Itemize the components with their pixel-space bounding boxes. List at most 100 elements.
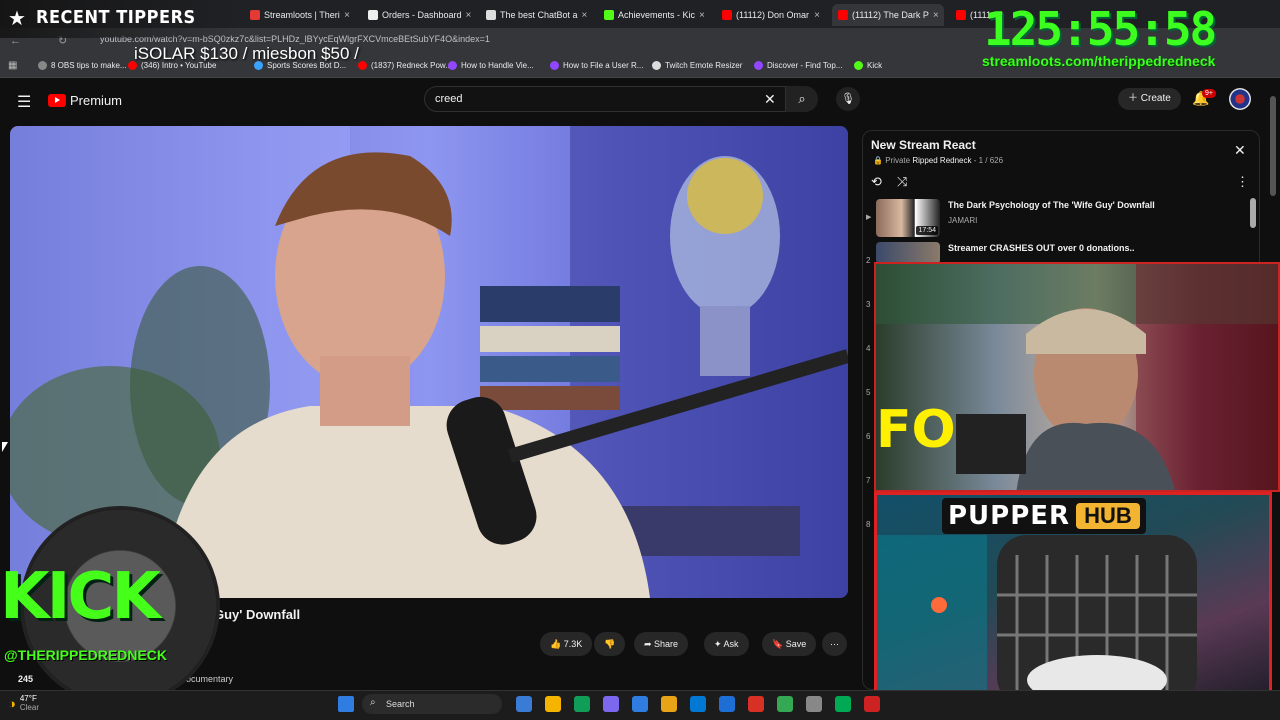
playlist-item-title[interactable]: Streamer CRASHES OUT over 0 donations.. (948, 243, 1135, 253)
teams-icon[interactable] (603, 696, 619, 712)
apps-grid-icon[interactable]: ▦ (8, 60, 17, 71)
bookmark-item[interactable]: How to File a User R... (550, 61, 643, 70)
edge-icon[interactable] (632, 696, 648, 712)
streamloots-url: streamloots.com/therippedredneck (982, 53, 1216, 69)
store-icon[interactable] (690, 696, 706, 712)
playlist-item-thumbnail[interactable]: 17:54 (876, 199, 940, 237)
bookmark-item[interactable]: Kick (854, 61, 882, 70)
save-label: Save (785, 639, 807, 649)
copilot-icon[interactable] (574, 696, 590, 712)
recent-tippers-label: RECENT TIPPERS (36, 7, 196, 28)
bookmark-item[interactable]: Discover - Find Top... (754, 61, 842, 70)
bookmark-label: 8 OBS tips to make... (51, 61, 127, 70)
bookmark-label: Twitch Emote Resizer (665, 61, 743, 70)
share-icon: ➦ (644, 639, 655, 649)
sparkle-icon: ✦ (714, 639, 724, 649)
kick-logo-text: KICK (0, 560, 161, 634)
more-options-icon[interactable]: ⋮ (1236, 174, 1249, 190)
browser-tab[interactable]: Streamloots | Theri × (244, 4, 356, 26)
playlist-item-index: 4 (866, 344, 871, 353)
search-input[interactable]: creed (424, 86, 786, 112)
bookmark-favicon-icon (358, 61, 367, 70)
browser-tab[interactable]: (11112) The Dark P × (832, 4, 944, 26)
now-playing-icon: ▶ (866, 214, 872, 221)
like-count: 7.3K (563, 639, 583, 649)
bookmark-icon: 🔖 (772, 639, 786, 649)
bookmark-favicon-icon (448, 61, 457, 70)
start-icon[interactable] (338, 696, 354, 712)
playlist-owner[interactable]: Ripped Redneck (912, 156, 971, 165)
lock-icon: 🔒 (873, 156, 883, 165)
ask-button[interactable]: ✦ Ask (704, 632, 749, 656)
thumbs-down-icon: 👎 (604, 639, 616, 649)
bookmark-item[interactable]: (1837) Redneck Pow... (358, 61, 452, 70)
tab-title: Achievements - Kic (618, 10, 696, 20)
thumbs-up-icon: 👍 (550, 639, 564, 649)
like-button[interactable]: 👍 7.3K (540, 632, 593, 656)
loop-icon[interactable]: ⟲ (871, 174, 882, 190)
bookmark-item[interactable]: How to Handle Vie... (448, 61, 534, 70)
view-count: 245 (18, 674, 34, 684)
description-snippet[interactable]: ocumentary (186, 674, 233, 684)
tab-title: The best ChatBot a (500, 10, 578, 20)
playlist-item-title[interactable]: The Dark Psychology of The 'Wife Guy' Do… (948, 200, 1155, 210)
bookmark-favicon-icon (652, 61, 661, 70)
mic-icon[interactable]: 🎙 (836, 87, 860, 111)
playlist-privacy: Private (885, 156, 911, 165)
chatgpt-icon[interactable] (806, 696, 822, 712)
chrome-icon[interactable] (777, 696, 793, 712)
star-icon: ★ (8, 8, 26, 30)
shuffle-icon[interactable]: ⤨ (897, 174, 907, 190)
share-button[interactable]: ➦ Share (634, 632, 689, 656)
playlist-scrollbar[interactable] (1250, 198, 1256, 228)
browser-tab[interactable]: Orders - Dashboard × (362, 4, 474, 26)
logo-label: Premium (70, 93, 123, 108)
clear-search-icon[interactable]: ✕ (764, 91, 776, 108)
dislike-button[interactable]: 👎 (594, 632, 626, 656)
outlook-icon[interactable] (719, 696, 735, 712)
playlist-title[interactable]: New Stream React (871, 138, 976, 152)
close-tab-icon[interactable]: × (582, 10, 588, 21)
playlist-item-thumbnail[interactable] (876, 242, 940, 264)
close-tab-icon[interactable]: × (699, 10, 705, 21)
menu-icon[interactable]: ☰ (17, 92, 31, 112)
page-scrollbar[interactable] (1270, 96, 1276, 196)
tab-favicon-icon (956, 10, 966, 20)
close-playlist-icon[interactable]: ✕ (1234, 142, 1246, 159)
bookmark-favicon-icon (754, 61, 763, 70)
youtube-logo[interactable]: Premium (48, 93, 122, 108)
video-title: Guy' Downfall (214, 607, 301, 622)
close-tab-icon[interactable]: × (933, 10, 939, 21)
account-avatar[interactable] (1229, 88, 1251, 110)
more-actions-button[interactable]: ⋯ (822, 632, 847, 656)
bookmark-label: How to Handle Vie... (461, 61, 534, 70)
hub-text: HUB (1076, 503, 1140, 529)
search-button[interactable]: ⌕ (786, 86, 818, 112)
browser-tab[interactable]: The best ChatBot a × (480, 4, 592, 26)
app-icon[interactable] (864, 696, 880, 712)
folder-icon[interactable] (661, 696, 677, 712)
kick-handle: @THERIPPEDREDNECK (4, 647, 168, 663)
close-tab-icon[interactable]: × (466, 10, 472, 21)
terminal-icon[interactable] (835, 696, 851, 712)
tab-favicon-icon (604, 10, 614, 20)
close-tab-icon[interactable]: × (344, 10, 350, 21)
save-button[interactable]: 🔖 Save (762, 632, 817, 656)
create-button[interactable]: ＋ Create (1118, 88, 1181, 110)
share-label: Share (654, 639, 679, 649)
close-tab-icon[interactable]: × (814, 10, 820, 21)
obs-icon[interactable] (748, 696, 764, 712)
playlist-item-index: 5 (866, 388, 871, 397)
pupper-hub-logo: PUPPER HUB (942, 498, 1146, 534)
bookmark-item[interactable]: 8 OBS tips to make... (38, 61, 127, 70)
weather-widget[interactable]: ◑ 47°F Clear (8, 694, 39, 712)
bookmark-label: Discover - Find Top... (767, 61, 843, 70)
webcam-sign-text: FO (876, 400, 956, 460)
file-explorer-icon[interactable] (545, 696, 561, 712)
browser-tab[interactable]: (11112) Don Omar × (716, 4, 826, 26)
tab-title: Streamloots | Theri (264, 10, 340, 20)
taskbar-search[interactable]: Search (362, 694, 502, 714)
browser-tab[interactable]: Achievements - Kic × (598, 4, 710, 26)
widgets-icon[interactable] (516, 696, 532, 712)
bookmark-item[interactable]: Twitch Emote Resizer (652, 61, 742, 70)
